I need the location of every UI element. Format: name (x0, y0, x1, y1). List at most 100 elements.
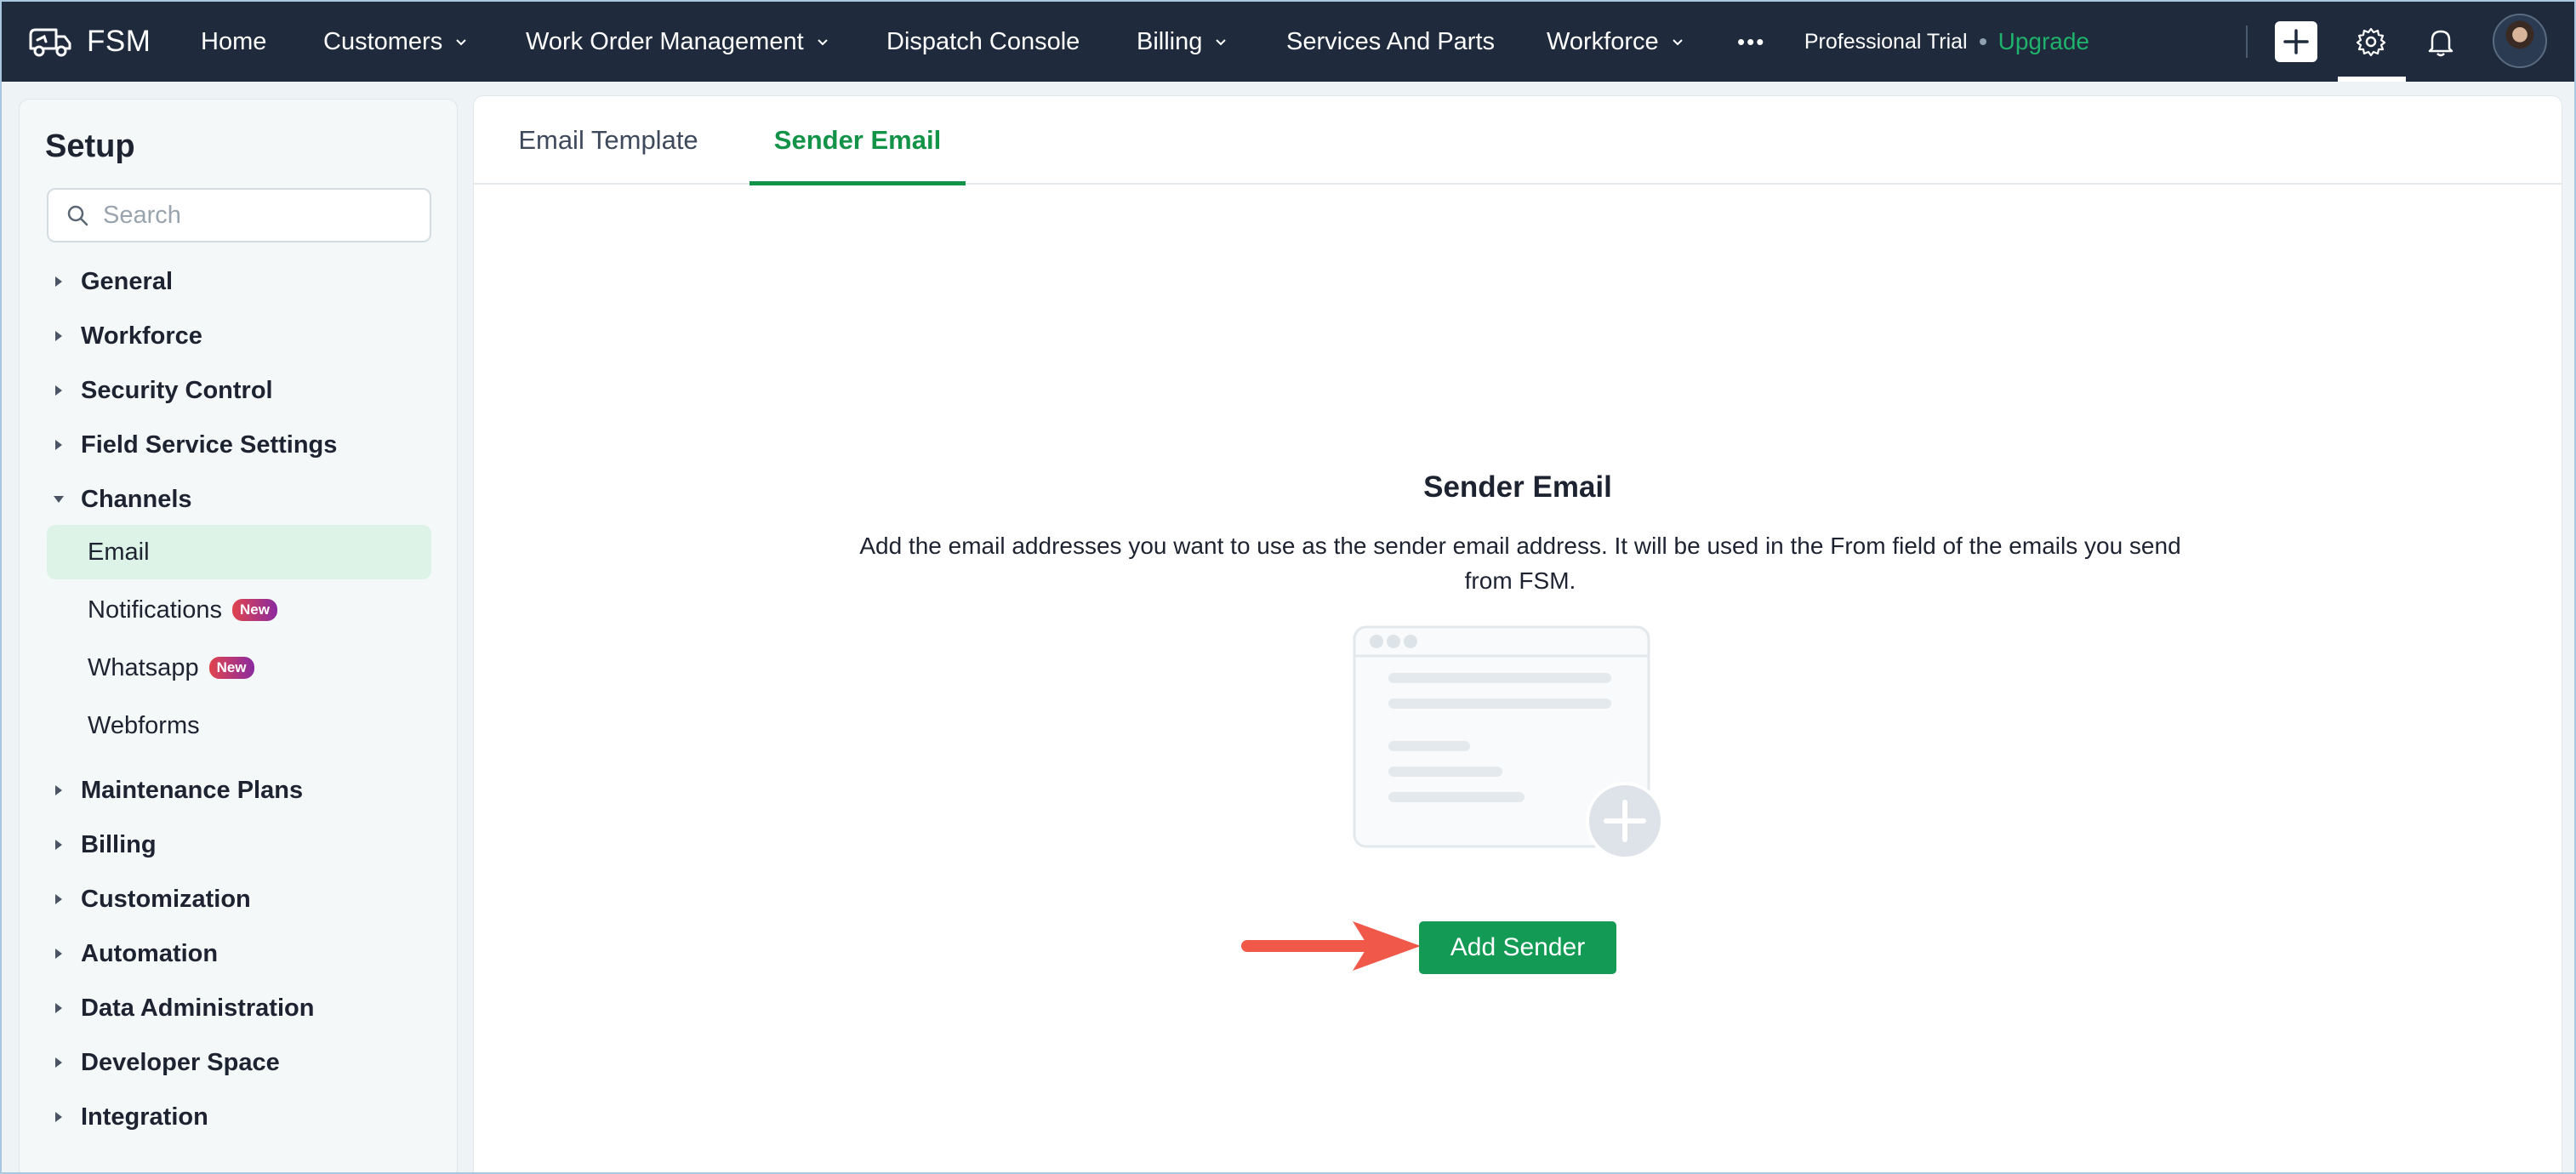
settings-button[interactable] (2351, 22, 2391, 61)
sidebar-item-label: Maintenance Plans (81, 776, 304, 804)
nav-billing-label: Billing (1137, 27, 1203, 55)
sidebar-subitem-label: Email (88, 538, 150, 566)
caret-right-icon (47, 1051, 71, 1074)
app-window: FSM Home Customers Work Order Management… (0, 0, 2576, 1174)
tab-label: Sender Email (773, 125, 942, 155)
sidebar-item-label: Channels (81, 485, 192, 513)
nav-work-order-management-label: Work Order Management (526, 27, 804, 55)
search-input[interactable] (103, 201, 426, 230)
sidebar-item-label: Customization (81, 885, 251, 913)
sidebar-item-label: General (81, 267, 173, 295)
add-sender-button[interactable]: Add Sender (1419, 921, 1616, 974)
caret-right-icon (47, 1105, 71, 1129)
nav-billing[interactable]: Billing (1137, 2, 1228, 82)
nav-dispatch-console[interactable]: Dispatch Console (886, 2, 1080, 82)
sidebar-subitem-label: Whatsapp (88, 653, 199, 681)
sidebar-item-integration[interactable]: Integration (47, 1091, 431, 1143)
gear-icon (2356, 27, 2386, 57)
sidebar-item-customization[interactable]: Customization (47, 874, 431, 925)
sidebar-item-channels[interactable]: Channels (47, 474, 431, 525)
brand-name: FSM (87, 25, 151, 58)
caret-right-icon (47, 433, 71, 457)
nav-work-order-management[interactable]: Work Order Management (526, 2, 829, 82)
truck-logo-icon (29, 28, 71, 57)
sidebar-item-label: Field Service Settings (81, 430, 338, 459)
sidebar-item-label: Developer Space (81, 1048, 280, 1076)
pointer-arrow-icon (1241, 921, 1421, 971)
sidebar-item-label: Automation (81, 939, 219, 967)
nav-customers[interactable]: Customers (323, 2, 468, 82)
new-badge: New (208, 657, 254, 679)
upgrade-link[interactable]: Upgrade (1998, 28, 2089, 55)
sidebar-item-maintenance-plans[interactable]: Maintenance Plans (47, 765, 431, 816)
create-button[interactable] (2275, 21, 2317, 62)
sidebar-item-label: Billing (81, 830, 157, 858)
chevron-down-icon (456, 39, 466, 46)
nav-home[interactable]: Home (201, 2, 266, 82)
bell-icon (2428, 30, 2453, 57)
more-icon: ••• (1737, 28, 1766, 54)
top-nav-bar: FSM Home Customers Work Order Management… (2, 2, 2574, 82)
sidebar-subitem-label: Webforms (88, 711, 200, 739)
sidebar-item-billing[interactable]: Billing (47, 819, 431, 870)
nav-services-and-parts[interactable]: Services And Parts (1286, 2, 1495, 82)
nav-workforce-label: Workforce (1547, 27, 1659, 55)
sidebar-subitem-label: Notifications (88, 596, 222, 624)
chevron-down-icon (1216, 39, 1227, 46)
tab-sender-email[interactable]: Sender Email (749, 96, 966, 185)
caret-right-icon (47, 996, 71, 1020)
sidebar-item-label: Workforce (81, 322, 202, 350)
nav-divider (2246, 26, 2248, 58)
caret-right-icon (47, 379, 71, 402)
nav-dispatch-console-label: Dispatch Console (886, 27, 1080, 55)
new-badge: New (231, 599, 277, 621)
sidebar-item-label: Integration (81, 1103, 208, 1131)
sidebar-title: Setup (45, 128, 135, 164)
user-avatar[interactable] (2493, 14, 2547, 68)
sidebar-item-general[interactable]: General (47, 256, 431, 307)
active-tab-indicator (749, 181, 966, 185)
notifications-button[interactable] (2421, 22, 2460, 61)
empty-state-description: Add the email addresses you want to use … (859, 533, 2181, 594)
caret-right-icon (47, 270, 71, 294)
sidebar-subitem-whatsapp[interactable]: Whatsapp New (47, 641, 431, 695)
nav-more-button[interactable]: ••• (1737, 2, 1765, 82)
caret-right-icon (47, 833, 71, 857)
chevron-down-icon (1672, 39, 1683, 46)
sidebar-item-label: Security Control (81, 376, 273, 404)
sidebar-subitem-webforms[interactable]: Webforms (47, 698, 431, 753)
chevron-down-icon (817, 39, 828, 46)
setup-sidebar: Setup General Workforce Security Control… (19, 99, 458, 1172)
tab-email-template[interactable]: Email Template (513, 96, 704, 185)
nav-customers-label: Customers (323, 27, 443, 55)
search-icon (67, 205, 88, 226)
caret-down-icon (47, 487, 71, 511)
sidebar-item-data-administration[interactable]: Data Administration (47, 983, 431, 1034)
sidebar-item-security-control[interactable]: Security Control (47, 365, 431, 416)
caret-right-icon (47, 887, 71, 911)
sidebar-search[interactable] (47, 188, 431, 242)
sidebar-item-label: Data Administration (81, 994, 315, 1022)
nav-workforce[interactable]: Workforce (1547, 2, 1684, 82)
tab-label: Email Template (518, 125, 698, 155)
plus-icon (2283, 29, 2309, 54)
sidebar-subitem-notifications[interactable]: Notifications New (47, 583, 431, 637)
brand[interactable]: FSM (27, 19, 151, 65)
main-panel: Email Template Sender Email Sender Email… (473, 95, 2562, 1172)
sidebar-subitem-email[interactable]: Email (47, 525, 431, 579)
tab-bar: Email Template Sender Email (474, 96, 2562, 185)
sidebar-item-field-service-settings[interactable]: Field Service Settings (47, 419, 431, 470)
sidebar-item-developer-space[interactable]: Developer Space (47, 1037, 431, 1088)
plan-label: Professional Trial (1804, 29, 1968, 54)
sidebar-item-workforce[interactable]: Workforce (47, 311, 431, 362)
caret-right-icon (47, 324, 71, 348)
caret-right-icon (47, 778, 71, 802)
sidebar-item-automation[interactable]: Automation (47, 928, 431, 979)
caret-right-icon (47, 942, 71, 966)
nav-services-and-parts-label: Services And Parts (1286, 27, 1495, 55)
settings-active-indicator (2338, 77, 2406, 82)
plan-status: Professional Trial Upgrade (1804, 2, 2089, 82)
empty-state-title: Sender Email (1423, 470, 1612, 504)
separator-dot (1979, 38, 1986, 45)
nav-home-label: Home (201, 27, 267, 55)
